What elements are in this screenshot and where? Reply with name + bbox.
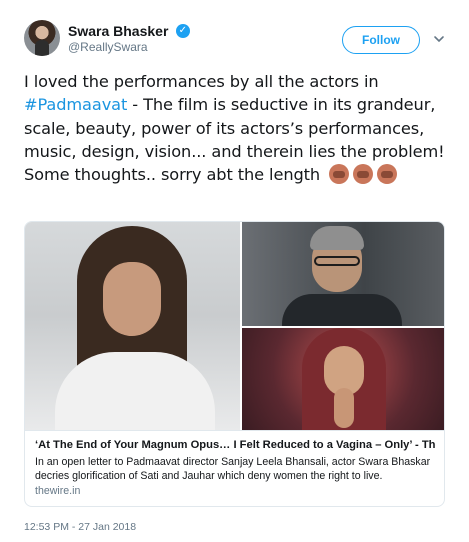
- tweet-header: Swara Bhasker ✓ @ReallySwara Follow: [24, 20, 449, 60]
- card-domain: thewire.in: [35, 485, 81, 497]
- card-image-padmaavat-still: [242, 328, 444, 430]
- hashtag-link[interactable]: #Padmaavat: [24, 95, 127, 114]
- avatar[interactable]: [24, 20, 60, 56]
- user-handle[interactable]: @ReallySwara: [68, 40, 148, 54]
- tweet-timestamp[interactable]: 12:53 PM - 27 Jan 2018: [24, 521, 136, 533]
- chevron-down-icon[interactable]: [432, 32, 446, 46]
- card-title[interactable]: ‘At The End of Your Magnum Opus… I Felt …: [35, 439, 436, 451]
- see-no-evil-monkey-emoji: [353, 164, 374, 185]
- display-name[interactable]: Swara Bhasker: [68, 23, 168, 39]
- see-no-evil-monkey-emoji: [329, 164, 350, 185]
- follow-button[interactable]: Follow: [342, 26, 420, 54]
- tweet-text: I loved the performances by all the acto…: [24, 70, 449, 186]
- card-image-director: [242, 222, 444, 326]
- tweet-text-part: I loved the performances by all the acto…: [24, 72, 379, 91]
- see-no-evil-monkey-emoji: [377, 164, 398, 185]
- card-description: In an open letter to Padmaavat director …: [35, 456, 431, 482]
- card-image-woman-portrait: [25, 222, 240, 430]
- card-body: ‘At The End of Your Magnum Opus… I Felt …: [25, 430, 444, 506]
- user-name-row: Swara Bhasker ✓: [68, 22, 190, 40]
- verified-badge-icon: ✓: [175, 23, 190, 38]
- link-preview-card[interactable]: ‘At The End of Your Magnum Opus… I Felt …: [24, 221, 445, 507]
